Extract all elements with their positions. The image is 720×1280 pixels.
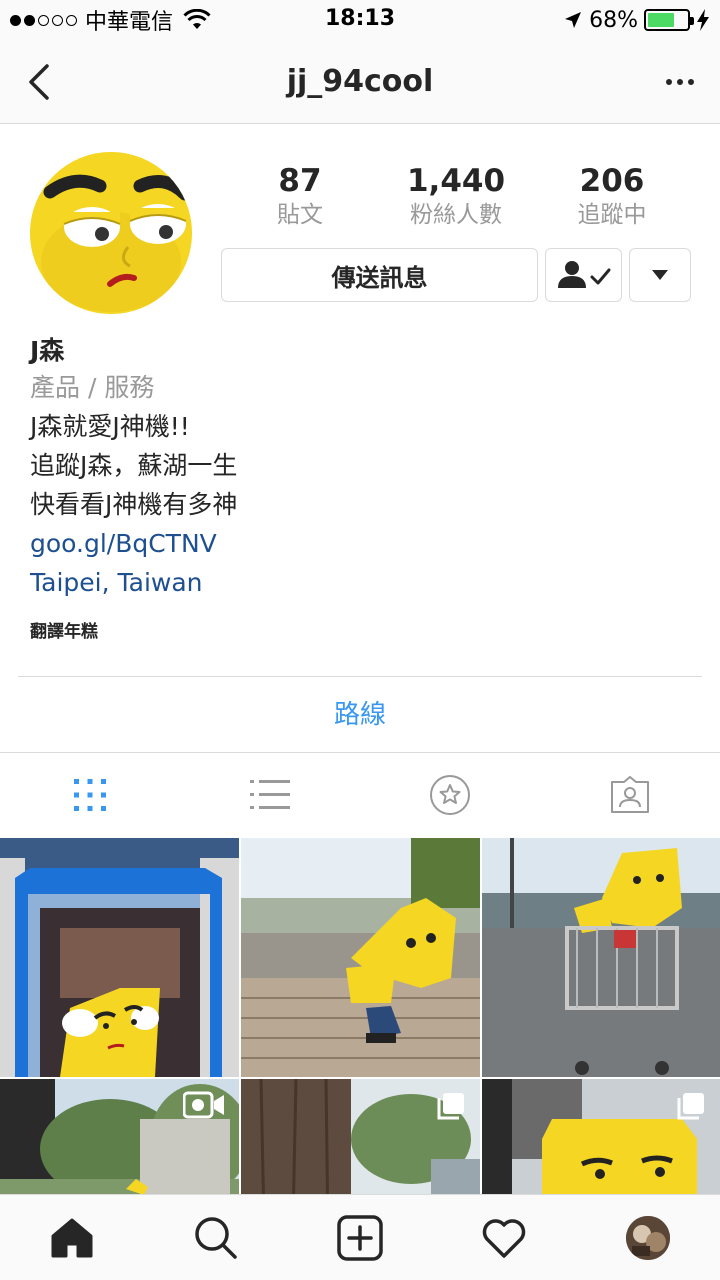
multi-photo-icon (677, 1093, 704, 1120)
battery-icon (644, 9, 694, 31)
posts-grid (0, 838, 720, 1194)
tab-profile[interactable] (576, 1195, 720, 1280)
following-status-button[interactable] (545, 248, 622, 302)
profile-location-link[interactable]: Taipei, Taiwan (30, 563, 690, 602)
translate-bio-link[interactable]: 翻譯年糕 (30, 618, 690, 646)
tab-tagged-view[interactable] (540, 753, 720, 837)
stat-followers-label: 粉絲人數 (410, 202, 502, 228)
tab-list-view[interactable] (180, 753, 360, 837)
profile-avatar-icon (626, 1215, 670, 1260)
person-check-icon (557, 261, 610, 288)
post-thumbnail-image (482, 838, 720, 1077)
tagged-person-icon (611, 776, 649, 813)
tab-activity[interactable] (432, 1195, 576, 1280)
profile-username-title: jj_94cool (286, 64, 434, 99)
tab-home[interactable] (0, 1195, 144, 1280)
bio-line: 快看看J神機有多神 (30, 490, 238, 519)
directions-button[interactable]: 路線 (0, 692, 720, 738)
profile-avatar[interactable] (30, 152, 192, 314)
grid-post[interactable] (0, 838, 239, 1077)
profile-category: 產品 / 服務 (30, 373, 155, 402)
bottom-tab-bar (0, 1194, 720, 1280)
location-arrow-icon (565, 12, 582, 28)
stat-posts[interactable]: 87 貼文 (222, 162, 378, 234)
heart-icon (482, 1218, 526, 1258)
grid-post[interactable] (482, 838, 720, 1077)
stat-following[interactable]: 206 追蹤中 (534, 162, 690, 234)
status-right: 68% (563, 6, 710, 34)
video-icon (183, 1091, 224, 1119)
search-icon (195, 1216, 237, 1259)
battery-percent: 68% (589, 7, 638, 33)
profile-view-tabs (0, 753, 720, 837)
stat-followers-count: 1,440 (406, 163, 506, 199)
profile-bio: J森 產品 / 服務 J森就愛J神機!! 追蹤J森，蘇湖一生 快看看J神機有多神… (30, 333, 690, 646)
stat-posts-count: 87 (278, 163, 322, 199)
grid-post[interactable] (482, 1079, 720, 1194)
suggested-accounts-dropdown-button[interactable] (629, 248, 691, 302)
profile-website-link[interactable]: goo.gl/BqCTNV (30, 524, 690, 563)
caret-down-icon (652, 270, 668, 280)
stat-followers[interactable]: 1,440 粉絲人數 (378, 162, 534, 234)
send-message-button[interactable]: 傳送訊息 (221, 248, 538, 302)
navigation-bar: jj_94cool (0, 40, 720, 124)
star-circle-icon (430, 775, 470, 815)
post-thumbnail-image (0, 838, 239, 1077)
charging-bolt-icon (697, 9, 709, 31)
status-bar: 中華電信 18:13 68% (0, 0, 720, 40)
stat-posts-label: 貼文 (277, 202, 323, 228)
more-horizontal-icon (666, 79, 672, 85)
mascot-face-image (30, 152, 192, 314)
tab-grid-view[interactable] (0, 753, 180, 837)
bio-line: 追蹤J森，蘇湖一生 (30, 451, 238, 480)
grid-post[interactable] (241, 838, 480, 1077)
grid-post[interactable] (0, 1079, 239, 1194)
profile-stats: 87 貼文 1,440 粉絲人數 206 追蹤中 (222, 162, 690, 234)
add-icon (337, 1214, 383, 1261)
tab-search[interactable] (144, 1195, 288, 1280)
bio-line: J森就愛J神機!! (30, 412, 190, 441)
post-thumbnail-image (241, 838, 480, 1077)
stat-following-count: 206 (579, 163, 645, 199)
list-icon (250, 780, 290, 809)
tab-saved-view[interactable] (360, 753, 540, 837)
profile-full-name: J森 (30, 336, 65, 365)
more-options-button[interactable] (662, 64, 698, 100)
stat-following-label: 追蹤中 (577, 202, 647, 228)
tab-add-post[interactable] (288, 1195, 432, 1280)
grid-icon (74, 779, 106, 811)
multi-photo-icon (437, 1093, 464, 1120)
divider (18, 676, 702, 677)
grid-post[interactable] (241, 1079, 480, 1194)
home-icon (51, 1218, 93, 1257)
